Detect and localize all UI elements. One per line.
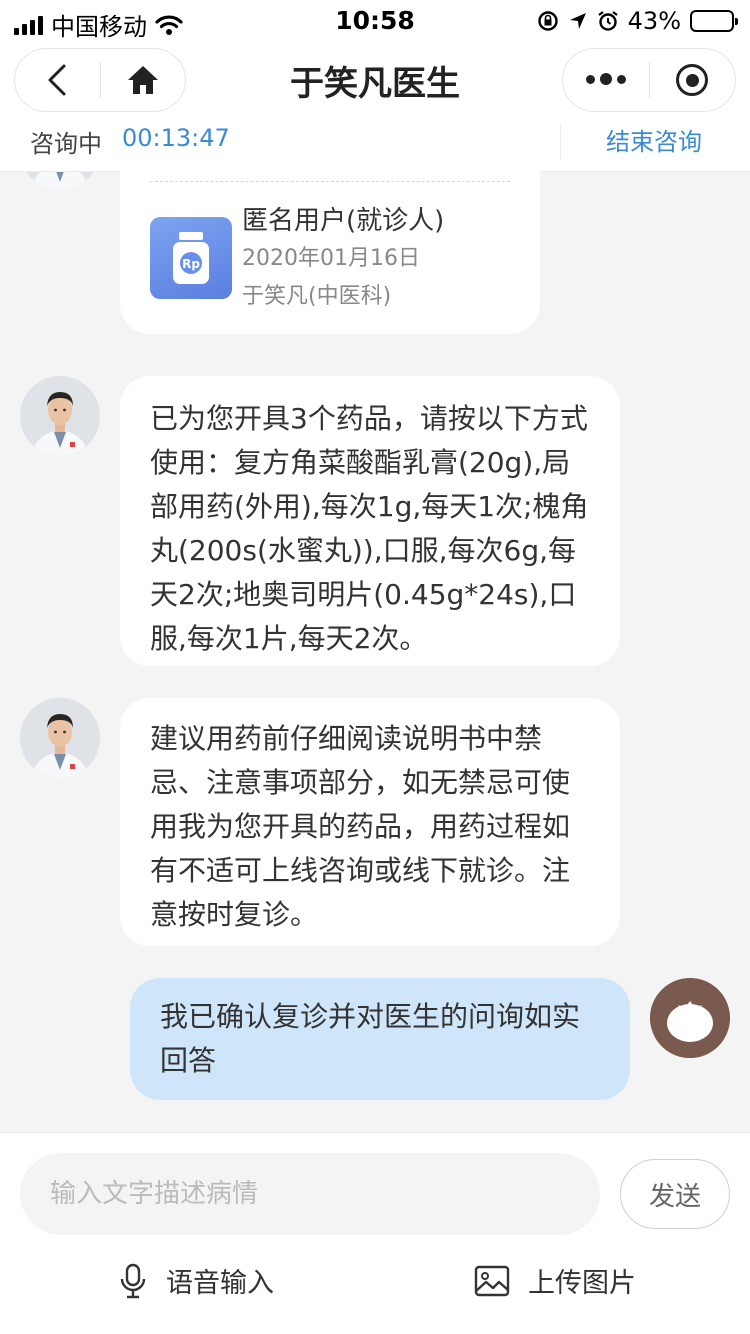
doctor-message: 建议用药前仔细阅读说明书中禁忌、注意事项部分，如无禁忌可使用我为您开具的药品，用… [120, 698, 620, 946]
doctor-avatar-image [20, 376, 100, 456]
patient-avatar[interactable] [650, 978, 730, 1058]
message-input[interactable] [20, 1153, 600, 1235]
page-title: 于笑凡医生 [290, 64, 460, 104]
upload-image-label: 上传图片 [528, 1268, 636, 1299]
more-icon [585, 73, 626, 86]
tomato-icon [650, 978, 730, 1058]
voice-input-label: 语音输入 [166, 1268, 274, 1299]
alarm-icon [597, 11, 618, 31]
nav-bar: 于笑凡医生 [0, 40, 750, 120]
doctor-avatar-image [20, 698, 100, 778]
prescription-date: 2020年01月16日 [242, 246, 420, 271]
prescription-doctor: 于笑凡(中医科) [242, 284, 392, 309]
voice-input-button[interactable]: 语音输入 [118, 1261, 274, 1300]
status-bar: 中国移动 10:58 43% [0, 0, 750, 41]
card-divider [150, 181, 510, 182]
battery-percent: 43% [627, 7, 681, 35]
doctor-avatar[interactable] [20, 698, 100, 778]
send-button[interactable]: 发送 [620, 1159, 730, 1229]
doctor-avatar[interactable] [20, 376, 100, 456]
home-button[interactable] [101, 49, 186, 111]
patient-message: 我已确认复诊并对医生的问询如实回答 [130, 978, 630, 1100]
consult-status: 咨询中 [30, 130, 102, 158]
rotation-lock-icon [537, 11, 558, 31]
doctor-message: 已为您开具3个药品，请按以下方式使用：复方角菜酸酯乳膏(20g),局部用药(外用… [120, 376, 620, 666]
prescription-card[interactable]: Rp 匿名用户(就诊人) 2020年01月16日 于笑凡(中医科) [120, 150, 540, 334]
input-bar: 发送 语音输入 上传图片 [0, 1132, 750, 1334]
back-icon [48, 64, 66, 96]
nav-capsule-right [562, 48, 736, 112]
home-icon [127, 66, 158, 94]
consult-divider [560, 124, 561, 160]
consult-timer: 00:13:47 [122, 124, 230, 152]
rx-label: Rp [182, 257, 200, 271]
back-button[interactable] [15, 49, 100, 111]
more-button[interactable] [563, 49, 649, 111]
prescription-patient: 匿名用户(就诊人) [242, 206, 445, 236]
image-icon [474, 1265, 510, 1296]
rx-bottle-icon: Rp [150, 217, 232, 299]
end-consult-button[interactable]: 结束咨询 [606, 122, 702, 157]
location-arrow-icon [569, 13, 586, 29]
battery-icon [690, 10, 738, 32]
microphone-icon [120, 1263, 146, 1298]
close-miniprogram-button[interactable] [650, 49, 736, 111]
nav-capsule-left [14, 48, 186, 112]
status-right: 43% [537, 7, 738, 35]
target-icon [676, 64, 709, 96]
upload-image-button[interactable]: 上传图片 [474, 1261, 636, 1300]
